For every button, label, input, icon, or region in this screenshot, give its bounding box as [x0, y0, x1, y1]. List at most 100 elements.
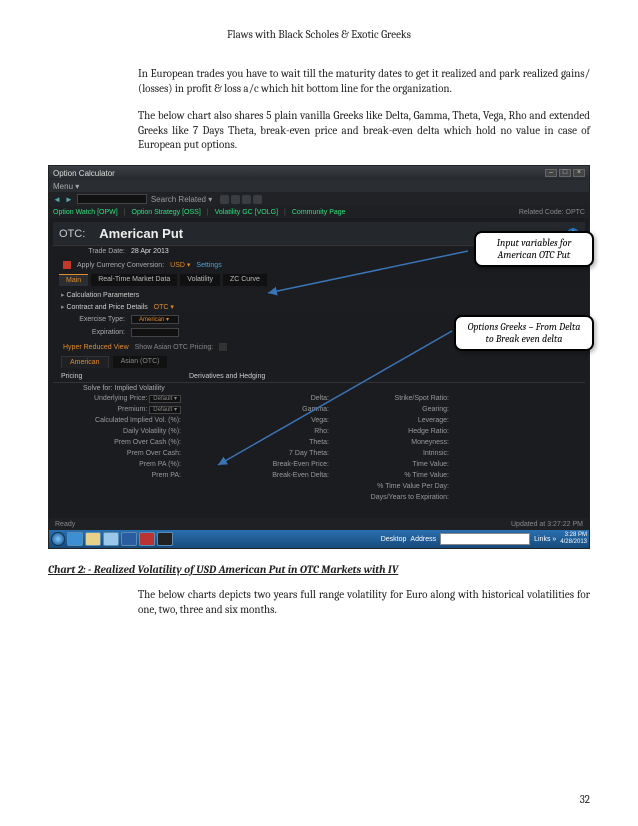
field-label: Time Value: — [337, 460, 457, 470]
field-label: Prem PA (%): — [61, 460, 189, 470]
expiration-input[interactable] — [131, 328, 179, 337]
option-calculator-window: Option Calculator – □ × Menu ▾ ◄ ► Searc… — [48, 165, 590, 549]
section-tabs: Main Real-Time Market Data Volatility ZC… — [53, 271, 585, 289]
pricing-tabs: American Asian (OTC) — [53, 353, 585, 371]
default-select[interactable]: Default ▾ — [149, 406, 181, 414]
tab-option-watch[interactable]: Option Watch [OPW] — [53, 209, 118, 216]
show-asian-checkbox[interactable] — [219, 343, 227, 351]
callout-input-vars: Input variables for American OTC Put — [474, 231, 594, 267]
clock: 3:28 PM 4/28/2013 — [560, 532, 587, 546]
field-label: 7 Day Theta: — [189, 449, 337, 459]
field-label: Calculated Implied Vol. (%): — [61, 416, 189, 426]
paragraph-1: In European trades you have to wait till… — [138, 67, 590, 97]
tab-realtime[interactable]: Real-Time Market Data — [91, 274, 177, 286]
ie-icon[interactable] — [67, 532, 83, 546]
apply-cc-checkbox[interactable] — [63, 261, 71, 269]
clock-date: 4/28/2013 — [560, 539, 587, 546]
nav-tabs: Option Watch [OPW] | Option Strategy [OS… — [49, 206, 589, 218]
section-contract-label: Contract and Price Details — [66, 304, 147, 311]
status-ready: Ready — [55, 521, 75, 528]
toolbar-icon[interactable] — [253, 195, 262, 204]
field-label: % Time Value Per Day: — [337, 482, 457, 492]
related-code: Related Code: OPTC — [519, 209, 585, 216]
tab-option-strategy[interactable]: Option Strategy [OSS] — [132, 209, 201, 216]
hyper-reduced-link[interactable]: Hyper Reduced View — [63, 344, 129, 351]
exercise-type-label: Exercise Type: — [63, 316, 125, 323]
field-label: % Time Value: — [337, 471, 457, 481]
paragraph-3: The below charts depicts two years full … — [138, 588, 590, 618]
col-pricing-header: Pricing — [61, 373, 189, 380]
section-contract-price[interactable]: Contract and Price Details OTC ▾ — [53, 301, 585, 313]
field-label: Prem Over Cash (%): — [61, 438, 189, 448]
minimize-button[interactable]: – — [545, 169, 557, 177]
tab-main[interactable]: Main — [59, 274, 88, 286]
maximize-button[interactable]: □ — [559, 169, 571, 177]
field-label: Vega: — [189, 416, 337, 426]
chart2-caption: Chart 2: - Realized Volatility of USD Am… — [48, 563, 590, 576]
toolbar-icon[interactable] — [220, 195, 229, 204]
field-label: Gamma: — [189, 405, 337, 415]
forward-icon[interactable]: ► — [65, 195, 73, 204]
currency-select[interactable]: USD ▾ — [170, 261, 190, 269]
field-label: Leverage: — [337, 416, 457, 426]
trade-date-value: 28 Apr 2013 — [131, 248, 169, 255]
tab-community[interactable]: Community Page — [292, 209, 346, 216]
close-button[interactable]: × — [573, 169, 585, 177]
tab-asian-otc[interactable]: Asian (OTC) — [113, 356, 168, 368]
search-input[interactable] — [77, 194, 147, 204]
links-label[interactable]: Links » — [534, 536, 556, 543]
app-icon[interactable] — [103, 532, 119, 546]
search-label: Search Related ▾ — [151, 195, 212, 204]
expiration-label: Expiration: — [63, 329, 125, 336]
field-label: Hedge Ratio: — [337, 427, 457, 437]
paragraph-2: The below chart also shares 5 plain vani… — [138, 109, 590, 154]
clock-time: 3:28 PM — [560, 532, 587, 539]
toolbar: ◄ ► Search Related ▾ — [49, 192, 589, 206]
toolbar-icon[interactable] — [231, 195, 240, 204]
back-icon[interactable]: ◄ — [53, 195, 61, 204]
field-label: Break-Even Price: — [189, 460, 337, 470]
field-label: Gearing: — [337, 405, 457, 415]
status-bar: Ready Updated at 3:27:22 PM — [49, 518, 589, 530]
field-label: Theta: — [189, 438, 337, 448]
col-derivatives-header: Derivatives and Hedging — [189, 373, 337, 380]
menu-dropdown[interactable]: Menu ▾ — [53, 182, 79, 191]
start-orb-icon[interactable] — [51, 532, 65, 546]
app2-icon[interactable] — [157, 532, 173, 546]
section-calc-params[interactable]: Calculation Parameters — [53, 289, 585, 301]
field-label: Prem PA: — [61, 471, 189, 481]
menu-bar[interactable]: Menu ▾ — [49, 180, 589, 192]
tab-volatility[interactable]: Volatility GC [VOLG] — [215, 209, 278, 216]
contract-select[interactable]: OTC ▾ — [154, 304, 174, 311]
field-label: Prem Over Cash: — [61, 449, 189, 459]
address-label: Address — [410, 536, 436, 543]
field-label: Days/Years to Expiration: — [337, 493, 457, 503]
address-input[interactable] — [440, 533, 530, 545]
windows-taskbar: Desktop Address Links » 3:28 PM 4/28/201… — [49, 530, 589, 548]
tab-zc-curve[interactable]: ZC Curve — [223, 274, 267, 286]
pdf-icon[interactable] — [139, 532, 155, 546]
field-label: Moneyness: — [337, 438, 457, 448]
field-label: Strike/Spot Ratio: — [337, 394, 457, 404]
desktop-label[interactable]: Desktop — [381, 536, 407, 543]
tab-volatility-sub[interactable]: Volatility — [180, 274, 220, 286]
page-header: Flaws with Black Scholes & Exotic Greeks — [48, 28, 590, 41]
status-updated: Updated at 3:27:22 PM — [511, 521, 583, 528]
word-icon[interactable] — [121, 532, 137, 546]
solve-for-label: Solve for: Implied Volatility — [83, 385, 165, 392]
field-label: Premium:Default ▾ — [61, 405, 189, 415]
field-label: Underlying Price:Default ▾ — [61, 394, 189, 404]
field-label: Break-Even Delta: — [189, 471, 337, 481]
default-select[interactable]: Default ▾ — [149, 395, 181, 403]
callout-greeks: Options Greeks – From Delta to Break eve… — [454, 315, 594, 351]
trade-date-label: Trade Date: — [63, 248, 125, 255]
window-title-bar: Option Calculator – □ × — [49, 166, 589, 180]
field-label: Rho: — [189, 427, 337, 437]
field-label: Delta: — [189, 394, 337, 404]
settings-link[interactable]: Settings — [196, 262, 221, 269]
show-asian-label: Show Asian OTC Pricing: — [135, 344, 214, 351]
toolbar-icon[interactable] — [242, 195, 251, 204]
window-title: Option Calculator — [53, 169, 115, 178]
explorer-icon[interactable] — [85, 532, 101, 546]
tab-american[interactable]: American — [61, 356, 109, 368]
